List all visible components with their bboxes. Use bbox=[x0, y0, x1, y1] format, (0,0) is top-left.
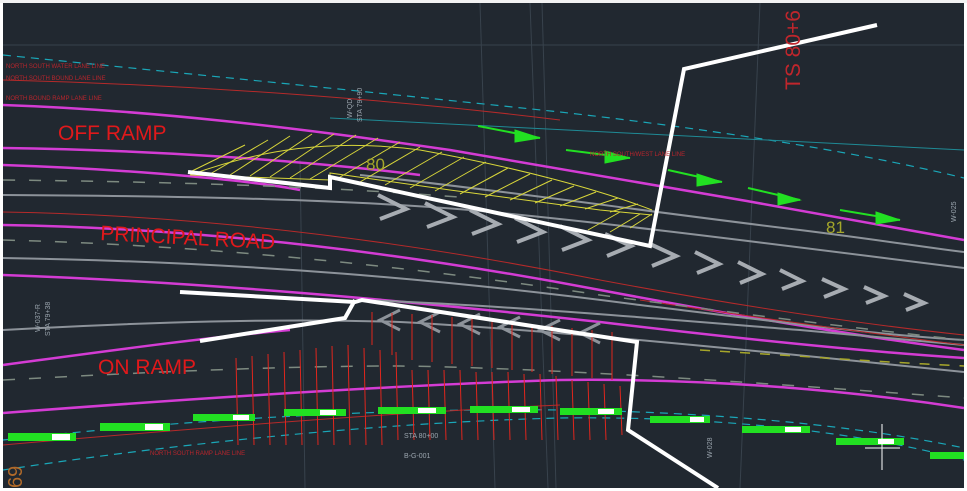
on-ramp-label: ON RAMP bbox=[98, 356, 196, 379]
crosshair-cursor bbox=[865, 424, 900, 470]
note-line-5: NORTH SOUTH RAMP LANE LINE bbox=[150, 451, 245, 457]
road-plan-drawing[interactable]: OFF RAMP PRINCIPAL ROAD ON RAMP 80 81 TS… bbox=[3, 3, 964, 488]
note-line-2: NORTH SOUTH BOUND LANE LINE bbox=[6, 76, 106, 82]
station-81-marker: 81 bbox=[826, 218, 845, 237]
note-line-3: NORTH BOUND RAMP LANE LINE bbox=[6, 96, 102, 102]
w-028-label: W-028 bbox=[707, 437, 714, 458]
w-025-label: W-025 bbox=[951, 201, 958, 222]
left-edge-station: 69 bbox=[5, 466, 27, 488]
sheet-ref-label: B-G-001 bbox=[404, 453, 431, 460]
w-qd-label: W-QD bbox=[347, 99, 354, 118]
off-ramp-label: OFF RAMP bbox=[58, 122, 167, 145]
sta-79-90-label: STA 79+90 bbox=[357, 88, 364, 122]
station-80-marker: 80 bbox=[366, 155, 385, 174]
ts-station-label: TS 80+6 bbox=[782, 10, 805, 90]
sta-80-00-label: STA 80+00 bbox=[404, 433, 438, 440]
cad-viewport: OFF RAMP PRINCIPAL ROAD ON RAMP 80 81 TS… bbox=[0, 0, 967, 491]
gray-road-lines bbox=[3, 174, 964, 373]
matchline-cut bbox=[179, 23, 878, 488]
w-037-r-label: W-037-R bbox=[35, 304, 42, 332]
note-line-1: NORTH SOUTH WATER LANE LINE bbox=[6, 64, 105, 70]
drawing-canvas[interactable]: OFF RAMP PRINCIPAL ROAD ON RAMP 80 81 TS… bbox=[3, 3, 964, 488]
green-arrows-upper bbox=[477, 125, 901, 225]
note-line-4: NORTH SOUTH/WEST LANE LINE bbox=[590, 152, 685, 158]
sta-79-38-label: STA 79+38 bbox=[45, 302, 52, 336]
